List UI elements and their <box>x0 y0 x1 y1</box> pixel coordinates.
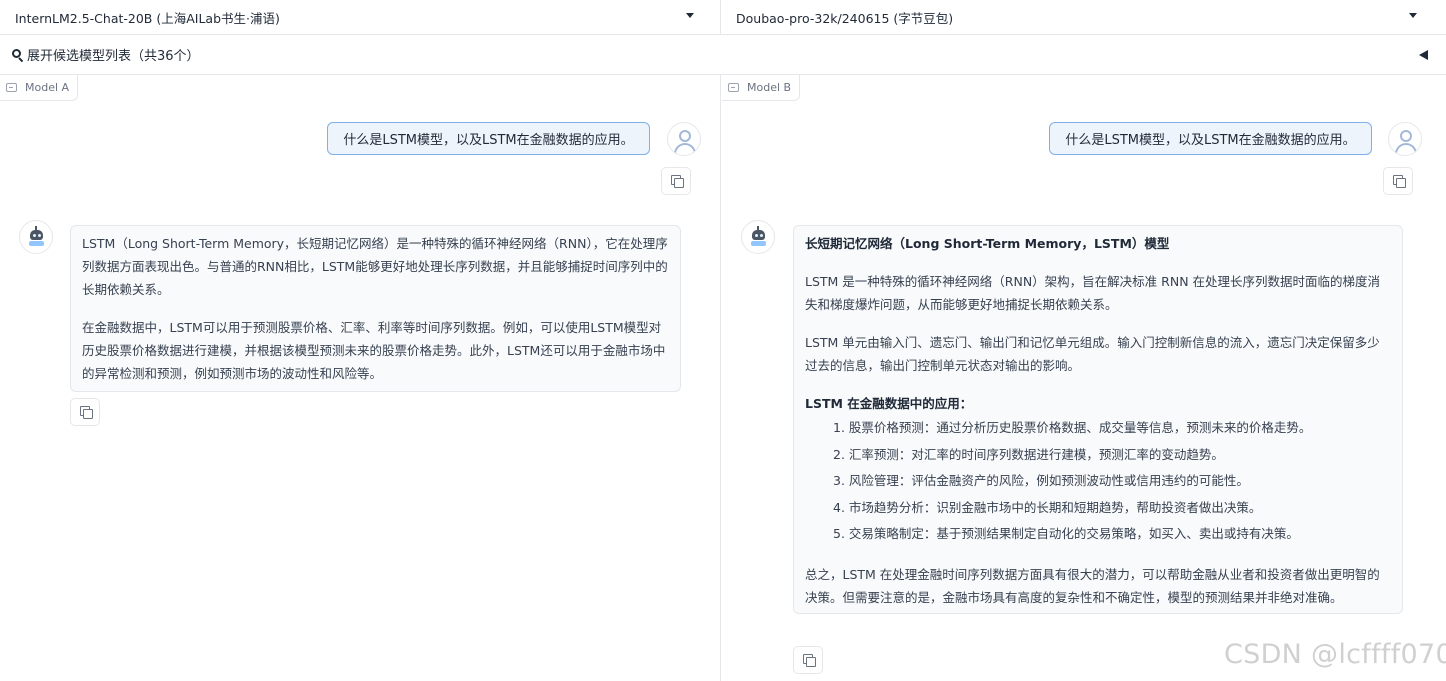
model-b-name: Doubao-pro-32k/240615 (字节豆包) <box>736 11 954 26</box>
model-selector-bar: InternLM2.5-Chat-20B (上海AILab书生·浦语) Doub… <box>0 0 1446 35</box>
list-item: 5. 交易策略制定：基于预测结果制定自动化的交易策略，如买入、卖出或持有决策。 <box>833 526 1299 541</box>
response-paragraph: LSTM 是一种特殊的循环神经网络（RNN）架构，旨在解决标准 RNN 在处理长… <box>805 274 1381 312</box>
panel-label: Model B <box>722 75 801 101</box>
bot-message: 长短期记忆网络（Long Short-Term Memory，LSTM）模型 L… <box>793 225 1403 614</box>
watermark: CSDN @lcffff0705 <box>1224 639 1446 670</box>
candidate-list-label: 展开候选模型列表（共36个） <box>27 49 200 64</box>
list-item: 1. 股票价格预测：通过分析历史股票价格数据、成交量等信息，预测未来的价格走势。 <box>833 420 1312 435</box>
response-paragraph: 在金融数据中，LSTM可以用于预测股票价格、汇率、利率等时间序列数据。例如，可以… <box>82 320 666 381</box>
model-a-select[interactable]: InternLM2.5-Chat-20B (上海AILab书生·浦语) <box>0 0 721 35</box>
response-conclusion: 总之，LSTM 在处理金融时间序列数据方面具有很大的潜力，可以帮助金融从业者和投… <box>805 566 1380 605</box>
bot-message: LSTM（Long Short-Term Memory，长短期记忆网络）是一种特… <box>70 225 681 392</box>
chevron-down-icon[interactable] <box>1409 13 1417 18</box>
model-a-name: InternLM2.5-Chat-20B (上海AILab书生·浦语) <box>15 11 280 26</box>
list-item: 4. 市场趋势分析：识别金融市场中的长期和短期趋势，帮助投资者做出决策。 <box>833 499 1262 515</box>
user-message: 什么是LSTM模型，以及LSTM在金融数据的应用。 <box>1049 122 1372 155</box>
copy-button[interactable] <box>70 398 100 426</box>
response-section-title: LSTM 在金融数据中的应用： <box>805 396 973 411</box>
copy-button[interactable] <box>1383 167 1413 195</box>
copy-button[interactable] <box>661 167 691 195</box>
model-b-select[interactable]: Doubao-pro-32k/240615 (字节豆包) <box>721 0 1446 35</box>
model-b-panel: Model B 什么是LSTM模型，以及LSTM在金融数据的应用。 长短期记忆网… <box>722 75 1446 681</box>
response-heading: 长短期记忆网络（Long Short-Term Memory，LSTM）模型 <box>805 236 1170 251</box>
candidate-list-toggle[interactable]: 展开候选模型列表（共36个） <box>0 35 1446 75</box>
model-a-panel: Model A 什么是LSTM模型，以及LSTM在金融数据的应用。 LSTM（L… <box>0 75 721 681</box>
user-message: 什么是LSTM模型，以及LSTM在金融数据的应用。 <box>327 122 650 155</box>
response-paragraph: LSTM（Long Short-Term Memory，长短期记忆网络）是一种特… <box>82 236 668 297</box>
user-avatar-icon <box>667 122 701 156</box>
user-message-text: 什么是LSTM模型，以及LSTM在金融数据的应用。 <box>343 133 634 148</box>
robot-icon <box>19 220 53 254</box>
response-paragraph: LSTM 单元由输入门、遗忘门、输出门和记忆单元组成。输入门控制新信息的流入，遗… <box>805 335 1380 373</box>
list-item: 2. 汇率预测：对汇率的时间序列数据进行建模，预测汇率的变动趋势。 <box>833 446 1224 462</box>
user-message-text: 什么是LSTM模型，以及LSTM在金融数据的应用。 <box>1065 133 1356 148</box>
chevron-down-icon[interactable] <box>686 13 694 18</box>
chat-icon <box>728 83 739 92</box>
copy-button[interactable] <box>793 646 823 674</box>
list-item: 3. 风险管理：评估金融资产的风险，例如预测波动性或信用违约的可能性。 <box>833 473 1249 488</box>
triangle-left-icon[interactable] <box>1419 50 1428 60</box>
panel-label-text: Model B <box>747 81 792 94</box>
panel-label: Model A <box>0 75 79 101</box>
search-icon <box>12 48 24 62</box>
chat-icon <box>6 83 17 92</box>
application-list: 1. 股票价格预测：通过分析历史股票价格数据、成交量等信息，预测未来的价格走势。… <box>805 415 1391 548</box>
user-avatar-icon <box>1388 122 1422 156</box>
robot-icon <box>741 220 775 254</box>
panel-label-text: Model A <box>25 81 70 94</box>
